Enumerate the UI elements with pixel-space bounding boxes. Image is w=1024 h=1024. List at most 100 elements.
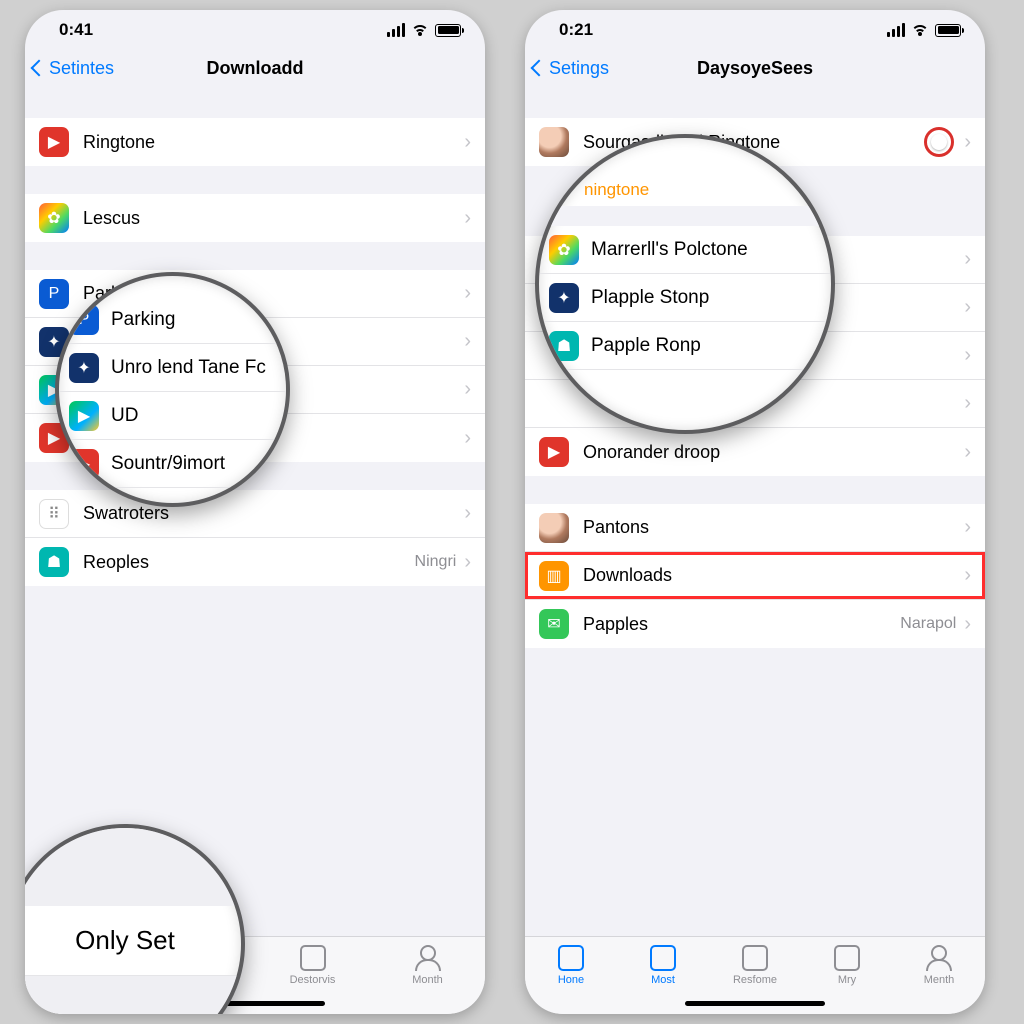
app-icon: ☗ xyxy=(39,547,69,577)
chevron-right-icon: › xyxy=(464,282,471,305)
downloads-icon: ▥ xyxy=(539,561,569,591)
nav-bar: Setintes Downloadd xyxy=(25,46,485,90)
row-detail: Narapol xyxy=(900,615,956,633)
home-indicator[interactable] xyxy=(685,1001,825,1006)
tab-mry[interactable]: Mry xyxy=(801,945,893,986)
row-detail: Ningri xyxy=(415,553,457,571)
nav-back-label: Setings xyxy=(549,58,609,79)
chevron-right-icon: › xyxy=(964,131,971,154)
magnifier-lens: P Parking ✦ Unro lend Tane Fc ▶ UD ▶ Sou… xyxy=(55,272,290,507)
battery-icon xyxy=(435,24,461,37)
row-pantons[interactable]: Pantons › xyxy=(525,504,985,552)
row-lescus[interactable]: ✿ Lescus › xyxy=(25,194,485,242)
magnifier-lens: ningtone ✿ Marrerll's Polctone ✦ Plapple… xyxy=(535,134,835,434)
nav-back-button[interactable]: Setintes xyxy=(33,58,114,79)
phone-left: 0:41 Setintes Downloadd ▶ Ringtone › xyxy=(25,10,485,1014)
lens-row: ✦ Plapple Stonp xyxy=(539,274,831,322)
status-right xyxy=(887,23,961,37)
parking-icon: P xyxy=(39,279,69,309)
tab-icon xyxy=(558,945,584,971)
row-label: Swatroters xyxy=(83,503,464,524)
row-papples[interactable]: ✉ Papples Narapol › xyxy=(525,600,985,648)
photos-icon: ✿ xyxy=(39,203,69,233)
tab-icon xyxy=(650,945,676,971)
row-label: Lescus xyxy=(83,208,464,229)
settings-list: ▶ Ringtone › ✿ Lescus › P Parking › xyxy=(25,90,485,936)
photos-icon: ✿ xyxy=(549,235,579,265)
tab-icon xyxy=(742,945,768,971)
row-swatroters[interactable]: ⠿ Swatroters › xyxy=(25,490,485,538)
signal-icon xyxy=(387,23,405,37)
chevron-right-icon: › xyxy=(464,131,471,154)
app-icon: ☗ xyxy=(549,331,579,361)
lens-row: ▶ UD xyxy=(59,392,286,440)
tab-resfome[interactable]: Resfome xyxy=(709,945,801,986)
phone-right: 0:21 Setings DaysoyeSees Sourgasdlased R… xyxy=(525,10,985,1014)
wifi-icon xyxy=(411,23,429,37)
app-icon: ▶ xyxy=(539,437,569,467)
nav-bar: Setings DaysoyeSees xyxy=(525,46,985,90)
status-bar: 0:41 xyxy=(25,10,485,46)
ringtone-icon: ▶ xyxy=(39,127,69,157)
row-label: Reoples xyxy=(83,552,415,573)
row-label: Onorander droop xyxy=(583,442,964,463)
chevron-right-icon: › xyxy=(964,613,971,636)
chevron-right-icon: › xyxy=(964,564,971,587)
wifi-icon xyxy=(911,23,929,37)
messages-icon: ✉ xyxy=(539,609,569,639)
tab-2[interactable]: Destorvis xyxy=(267,945,359,986)
chevron-right-icon: › xyxy=(464,551,471,574)
person-icon xyxy=(415,945,441,971)
tab-icon xyxy=(300,945,326,971)
lens-row: Only Set xyxy=(25,906,241,976)
chevron-right-icon: › xyxy=(964,248,971,271)
avatar-icon xyxy=(539,513,569,543)
status-time: 0:41 xyxy=(59,20,93,40)
tab-bar: Hone Most Resfome Mry Menth xyxy=(525,936,985,1014)
chevron-right-icon: › xyxy=(464,378,471,401)
tab-menth[interactable]: Menth xyxy=(893,945,985,986)
tab-icon xyxy=(834,945,860,971)
toggle-switch[interactable] xyxy=(924,127,954,157)
chevron-right-icon: › xyxy=(964,516,971,539)
tab-3[interactable]: Month xyxy=(382,945,474,986)
tab-most[interactable]: Most xyxy=(617,945,709,986)
battery-icon xyxy=(935,24,961,37)
row-label: Ringtone xyxy=(83,132,464,153)
chevron-right-icon: › xyxy=(964,441,971,464)
chevron-right-icon: › xyxy=(464,427,471,450)
chevron-left-icon xyxy=(531,60,548,77)
row-downloads[interactable]: ▥ Downloads › xyxy=(525,552,985,600)
lens-header: ningtone xyxy=(539,176,831,206)
status-time: 0:21 xyxy=(559,20,593,40)
chevron-right-icon: › xyxy=(964,392,971,415)
app-icon: ✦ xyxy=(69,353,99,383)
lens-row: ☗ Papple Ronp xyxy=(539,322,831,370)
status-right xyxy=(387,23,461,37)
row-label: Downloads xyxy=(583,565,964,586)
chevron-right-icon: › xyxy=(464,330,471,353)
chevron-left-icon xyxy=(31,60,48,77)
chevron-right-icon: › xyxy=(464,207,471,230)
person-icon xyxy=(926,945,952,971)
lens-row: ✦ Unro lend Tane Fc xyxy=(59,344,286,392)
row-ringtone[interactable]: ▶ Ringtone › xyxy=(25,118,485,166)
row-reoples[interactable]: ☗ Reoples Ningri › xyxy=(25,538,485,586)
nav-back-button[interactable]: Setings xyxy=(533,58,609,79)
row-label: Papples xyxy=(583,614,900,635)
row-onorander[interactable]: ▶ Onorander droop › xyxy=(525,428,985,476)
signal-icon xyxy=(887,23,905,37)
lens-row: ✿ Marrerll's Polctone xyxy=(539,226,831,274)
status-bar: 0:21 xyxy=(525,10,985,46)
tab-hone[interactable]: Hone xyxy=(525,945,617,986)
chevron-right-icon: › xyxy=(964,344,971,367)
chevron-right-icon: › xyxy=(964,296,971,319)
avatar-icon xyxy=(539,127,569,157)
chevron-right-icon: › xyxy=(464,502,471,525)
app-icon: ⠿ xyxy=(39,499,69,529)
lens-row: P Parking xyxy=(59,296,286,344)
nav-back-label: Setintes xyxy=(49,58,114,79)
play-store-icon: ▶ xyxy=(69,401,99,431)
row-label: Pantons xyxy=(583,517,964,538)
app-icon: ✦ xyxy=(549,283,579,313)
